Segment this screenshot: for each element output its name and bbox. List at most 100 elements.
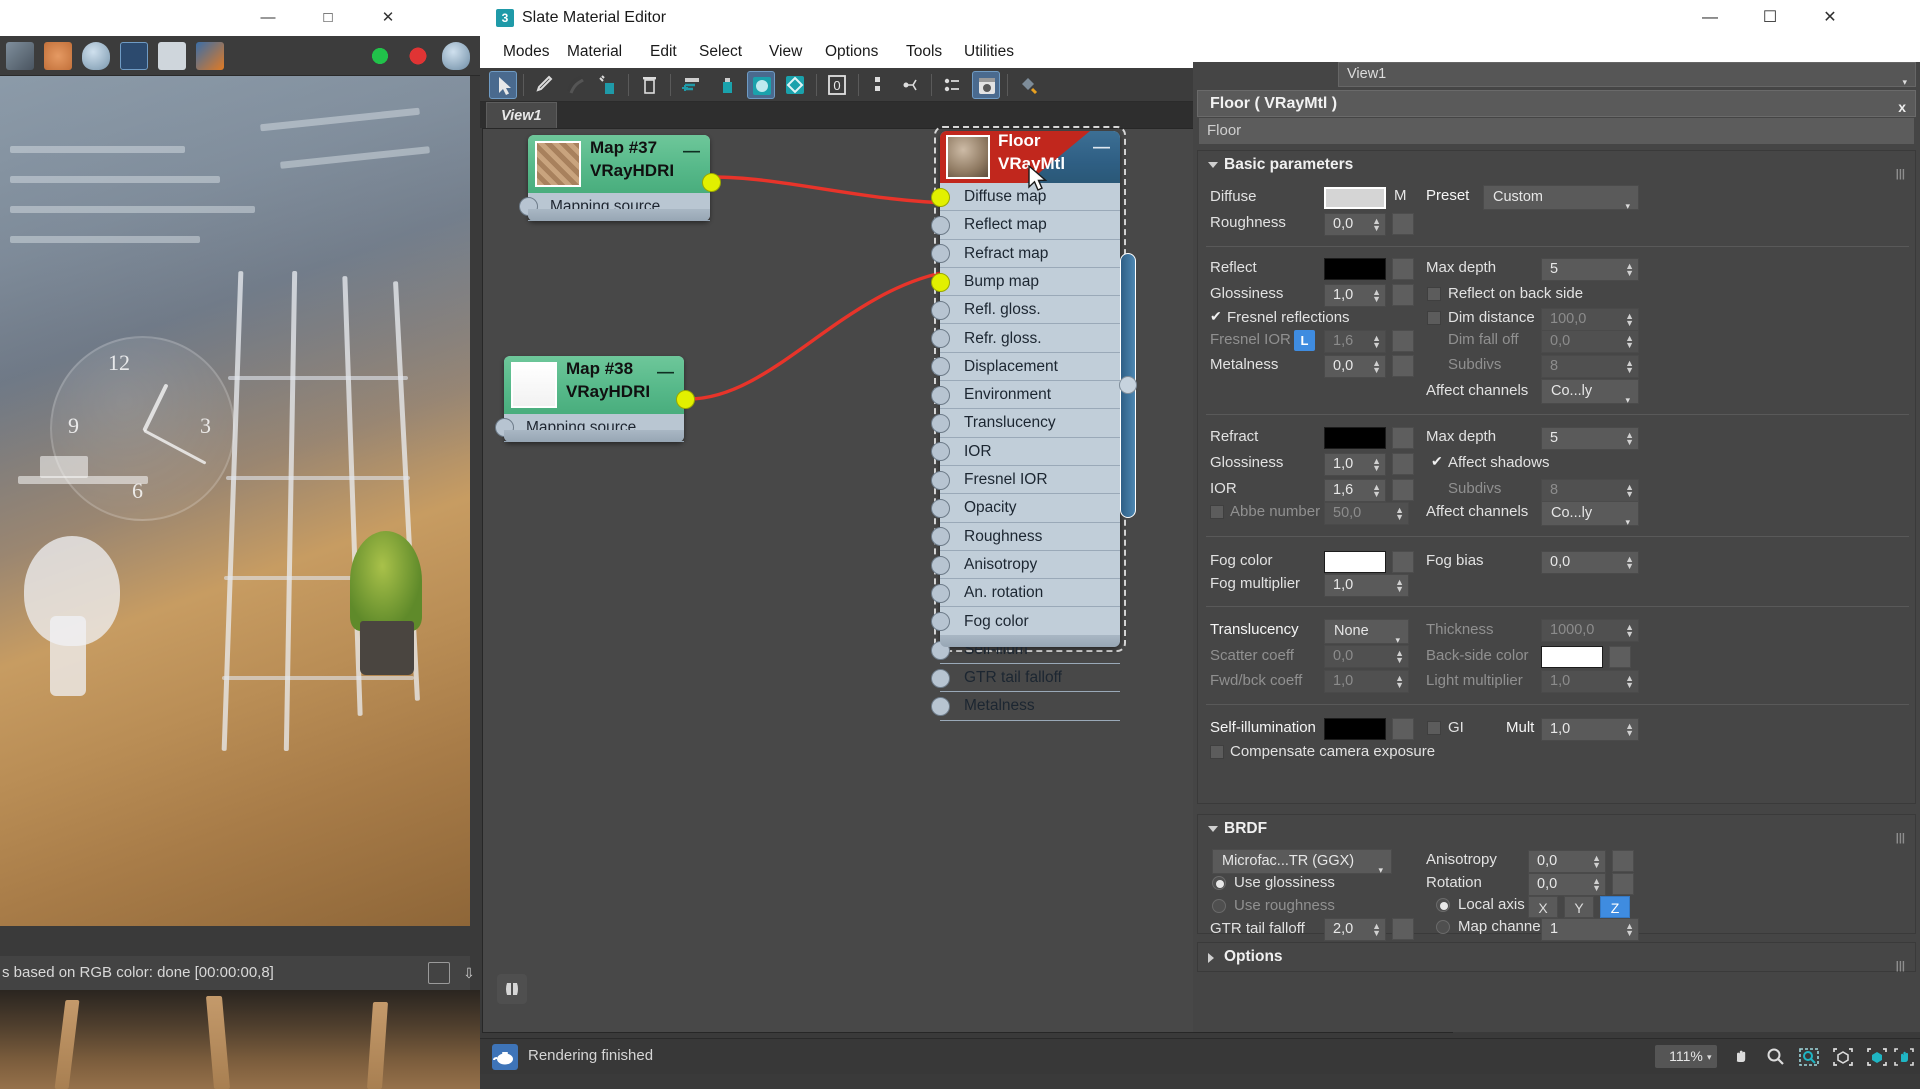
spinner-ior[interactable]: 1,6 ▲▼ [1324,479,1386,502]
panel-close-icon[interactable]: x [1898,95,1906,120]
menu-modes[interactable]: Modes [496,36,557,68]
material-id-channel-icon[interactable] [747,71,775,99]
menu-select[interactable]: Select [692,36,749,68]
mtl-slot-translucency[interactable]: Translucency [940,409,1120,437]
tab-view1[interactable]: View1 [486,102,557,128]
move-children-icon[interactable] [561,71,589,99]
spinner-arrows-icon[interactable]: ▲▼ [1372,484,1381,498]
spinner-arrows-icon[interactable]: ▲▼ [1625,484,1634,498]
spinner-reflect-subdivs[interactable]: 8 ▲▼ [1541,355,1639,378]
show-shaded-material-icon[interactable] [677,71,705,99]
socket-refr-gloss[interactable] [931,329,950,348]
spinner-arrows-icon[interactable]: ▲▼ [1625,675,1634,689]
spinner-rotation[interactable]: 0,0 ▲▼ [1528,873,1606,896]
mtl-slot-refract-map[interactable]: Refract map [940,240,1120,268]
socket-translucency[interactable] [931,414,950,433]
map-button-fresnel-ior[interactable] [1392,330,1414,352]
spinner-arrows-icon[interactable]: ▲▼ [1372,923,1381,937]
spinner-arrows-icon[interactable]: ▲▼ [1625,556,1634,570]
max-toolbar-refresh-icon[interactable] [366,42,394,70]
pan-hand-icon[interactable] [1892,1045,1916,1069]
pick-material-from-object-icon[interactable] [1014,71,1042,99]
label-diffuse-map-button[interactable]: M [1394,187,1407,204]
mtl-slot-opacity[interactable]: Opacity [940,494,1120,522]
minimize-button[interactable]: — [1680,0,1740,36]
zoom-region-icon[interactable] [1797,1045,1821,1069]
node-map37-header[interactable]: Map #37 VRayHDRI — [528,135,710,193]
map-button-rotation[interactable] [1612,873,1634,895]
mtl-slot-an-rotation[interactable]: An. rotation [940,579,1120,607]
socket-opacity[interactable] [931,499,950,518]
zoom-extents-selected-icon[interactable] [1865,1045,1889,1069]
mtl-slot-refl-gloss[interactable]: Refl. gloss. [940,296,1120,324]
socket-bump-map[interactable] [931,273,950,292]
map-button-gtr-tail-falloff[interactable] [1392,918,1414,940]
swatch-reflect[interactable] [1324,258,1386,280]
menu-options[interactable]: Options [818,36,885,68]
checkbox-abbe-number[interactable] [1210,505,1224,519]
lock-badge[interactable]: L [1294,330,1315,351]
socket-gtr-tail-falloff[interactable] [931,669,950,688]
mtl-slot-metalness[interactable]: Metalness [940,692,1120,720]
max-toolbar-render-frame-icon[interactable] [120,42,148,70]
menu-utilities[interactable]: Utilities [957,36,1021,68]
checkbox-fresnel-reflections[interactable]: ✔ [1210,309,1222,323]
spinner-dim-distance[interactable]: 100,0 ▲▼ [1541,308,1639,331]
axis-x-button[interactable]: X [1528,896,1558,918]
eyedropper-icon[interactable] [529,71,557,99]
max-toolbar-stop-icon[interactable] [404,42,432,70]
spinner-arrows-icon[interactable]: ▲▼ [1592,855,1601,869]
spinner-arrows-icon[interactable]: ▲▼ [1372,458,1381,472]
socket-ior[interactable] [931,442,950,461]
dropdown-brdf-type[interactable]: Microfac...TR (GGX) ▾ [1212,849,1392,874]
socket-environment[interactable] [931,386,950,405]
mtl-slot-fog-color[interactable]: Fog color [940,608,1120,636]
swatch-fog-color[interactable] [1324,551,1386,573]
show-in-viewport-zero-icon[interactable]: 0 [823,71,851,99]
spinner-fwd-bck-coeff[interactable]: 1,0 ▲▼ [1324,670,1409,693]
mtl-slot-gtr-tail-falloff[interactable]: GTR tail falloff [940,664,1120,692]
socket-metalness[interactable] [931,697,950,716]
spinner-arrows-icon[interactable]: ▲▼ [1372,289,1381,303]
select-tool-icon[interactable] [489,71,517,99]
node-map37-minimize-icon[interactable]: — [683,141,700,161]
max-toolbar-render-setup-icon[interactable] [6,42,34,70]
node-map37-thumbnail[interactable] [535,141,581,187]
maximize-button[interactable]: ☐ [1740,0,1800,36]
zoom-extents-icon[interactable] [1831,1045,1855,1069]
dropdown-refract-affect-channels[interactable]: Co...ly ▾ [1541,501,1639,526]
spinner-arrows-icon[interactable]: ▲▼ [1625,263,1634,277]
spinner-refract-subdivs[interactable]: 8 ▲▼ [1541,479,1639,502]
zoom-icon[interactable] [1763,1045,1787,1069]
select-by-material-icon[interactable] [938,71,966,99]
spinner-scatter-coeff[interactable]: 0,0 ▲▼ [1324,645,1409,668]
spinner-arrows-icon[interactable]: ▲▼ [1395,507,1404,521]
spinner-thickness[interactable]: 1000,0 ▲▼ [1541,619,1639,642]
map-button-metalness[interactable] [1392,355,1414,377]
dropdown-reflect-affect-channels[interactable]: Co...ly ▾ [1541,379,1639,404]
spinner-arrows-icon[interactable]: ▲▼ [1625,723,1634,737]
map-button-anisotropy[interactable] [1612,850,1634,872]
swatch-refract[interactable] [1324,427,1386,449]
node-map38-minimize-icon[interactable]: — [657,362,674,382]
map-button-back-side-color[interactable] [1609,646,1631,668]
max-close-button[interactable]: ✕ [360,0,416,36]
checkbox-gi[interactable] [1427,721,1441,735]
spinner-fog-multiplier[interactable]: 1,0 ▲▼ [1324,574,1409,597]
close-button[interactable]: ✕ [1800,0,1860,36]
mtl-slot-refr-gloss[interactable]: Refr. gloss. [940,325,1120,353]
socket-an-rotation[interactable] [931,584,950,603]
dropdown-preset[interactable]: Custom ▾ [1483,185,1639,210]
swatch-diffuse[interactable] [1324,187,1386,209]
spinner-fog-bias[interactable]: 0,0 ▲▼ [1541,551,1639,574]
spinner-arrows-icon[interactable]: ▲▼ [1625,624,1634,638]
radio-use-roughness[interactable] [1212,899,1226,913]
map-button-refract-glossiness[interactable] [1392,453,1414,475]
rollout-brdf-header[interactable]: BRDF ||| [1198,815,1915,843]
socket-anisotropy[interactable] [931,556,950,575]
view-selector-dropdown[interactable]: View1 ▾ [1338,62,1916,87]
spinner-arrows-icon[interactable]: ▲▼ [1395,579,1404,593]
checkbox-reflect-on-back-side[interactable] [1427,287,1441,301]
radio-use-glossiness[interactable] [1212,876,1226,890]
spinner-light-multiplier[interactable]: 1,0 ▲▼ [1541,670,1639,693]
